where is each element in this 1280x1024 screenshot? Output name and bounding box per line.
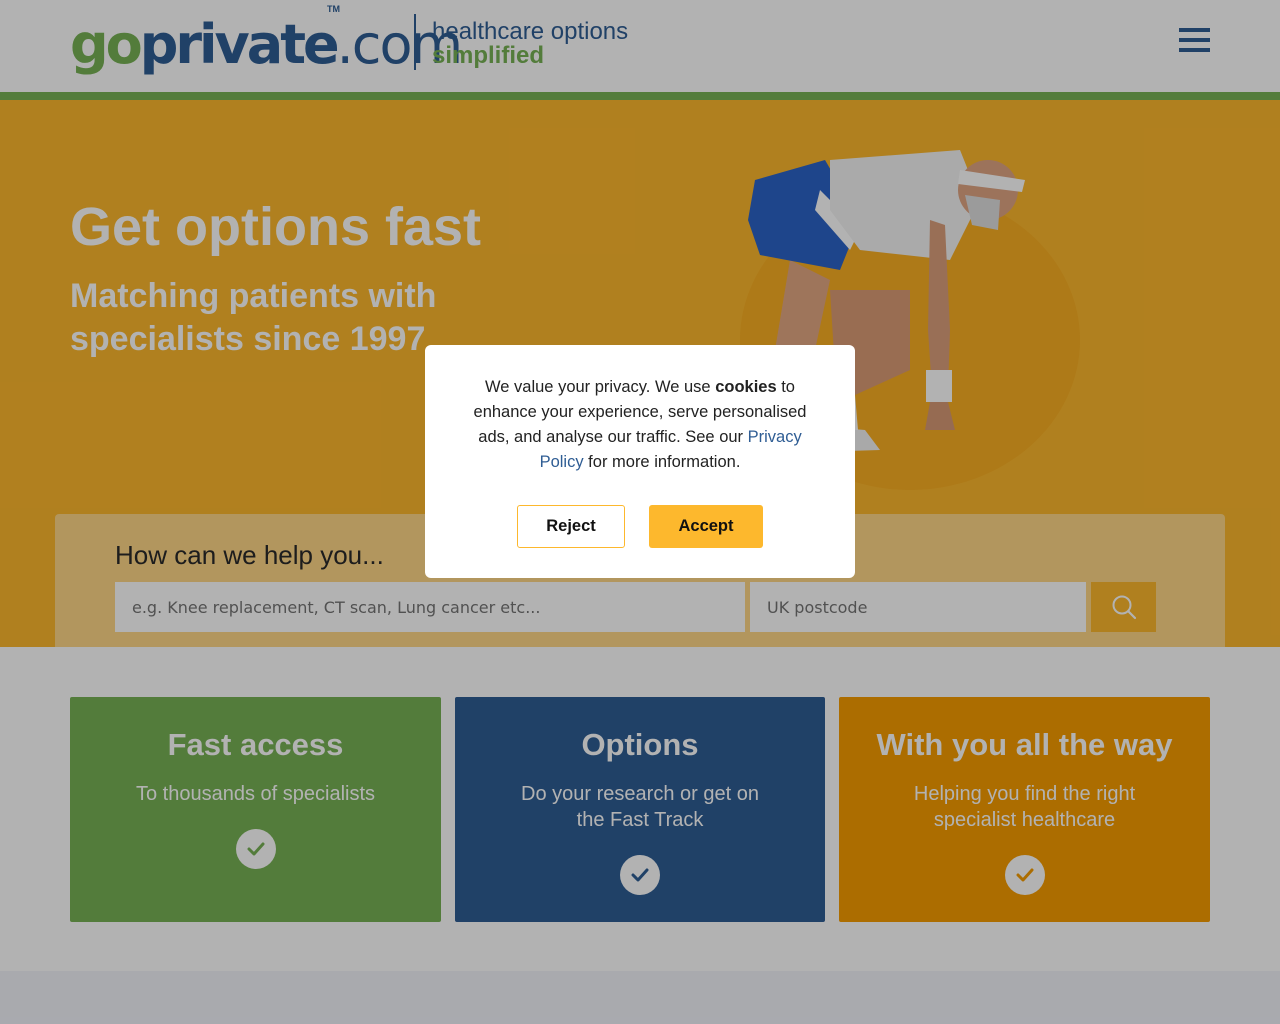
cookie-message: We value your privacy. We use cookies to… [473,378,807,471]
reject-cookies-button[interactable]: Reject [517,505,625,548]
accept-cookies-button[interactable]: Accept [649,505,763,548]
cookie-consent-dialog: We value your privacy. We use cookies to… [425,345,855,578]
cookie-keyword: cookies [715,378,777,396]
modal-backdrop: We value your privacy. We use cookies to… [0,0,1280,1024]
